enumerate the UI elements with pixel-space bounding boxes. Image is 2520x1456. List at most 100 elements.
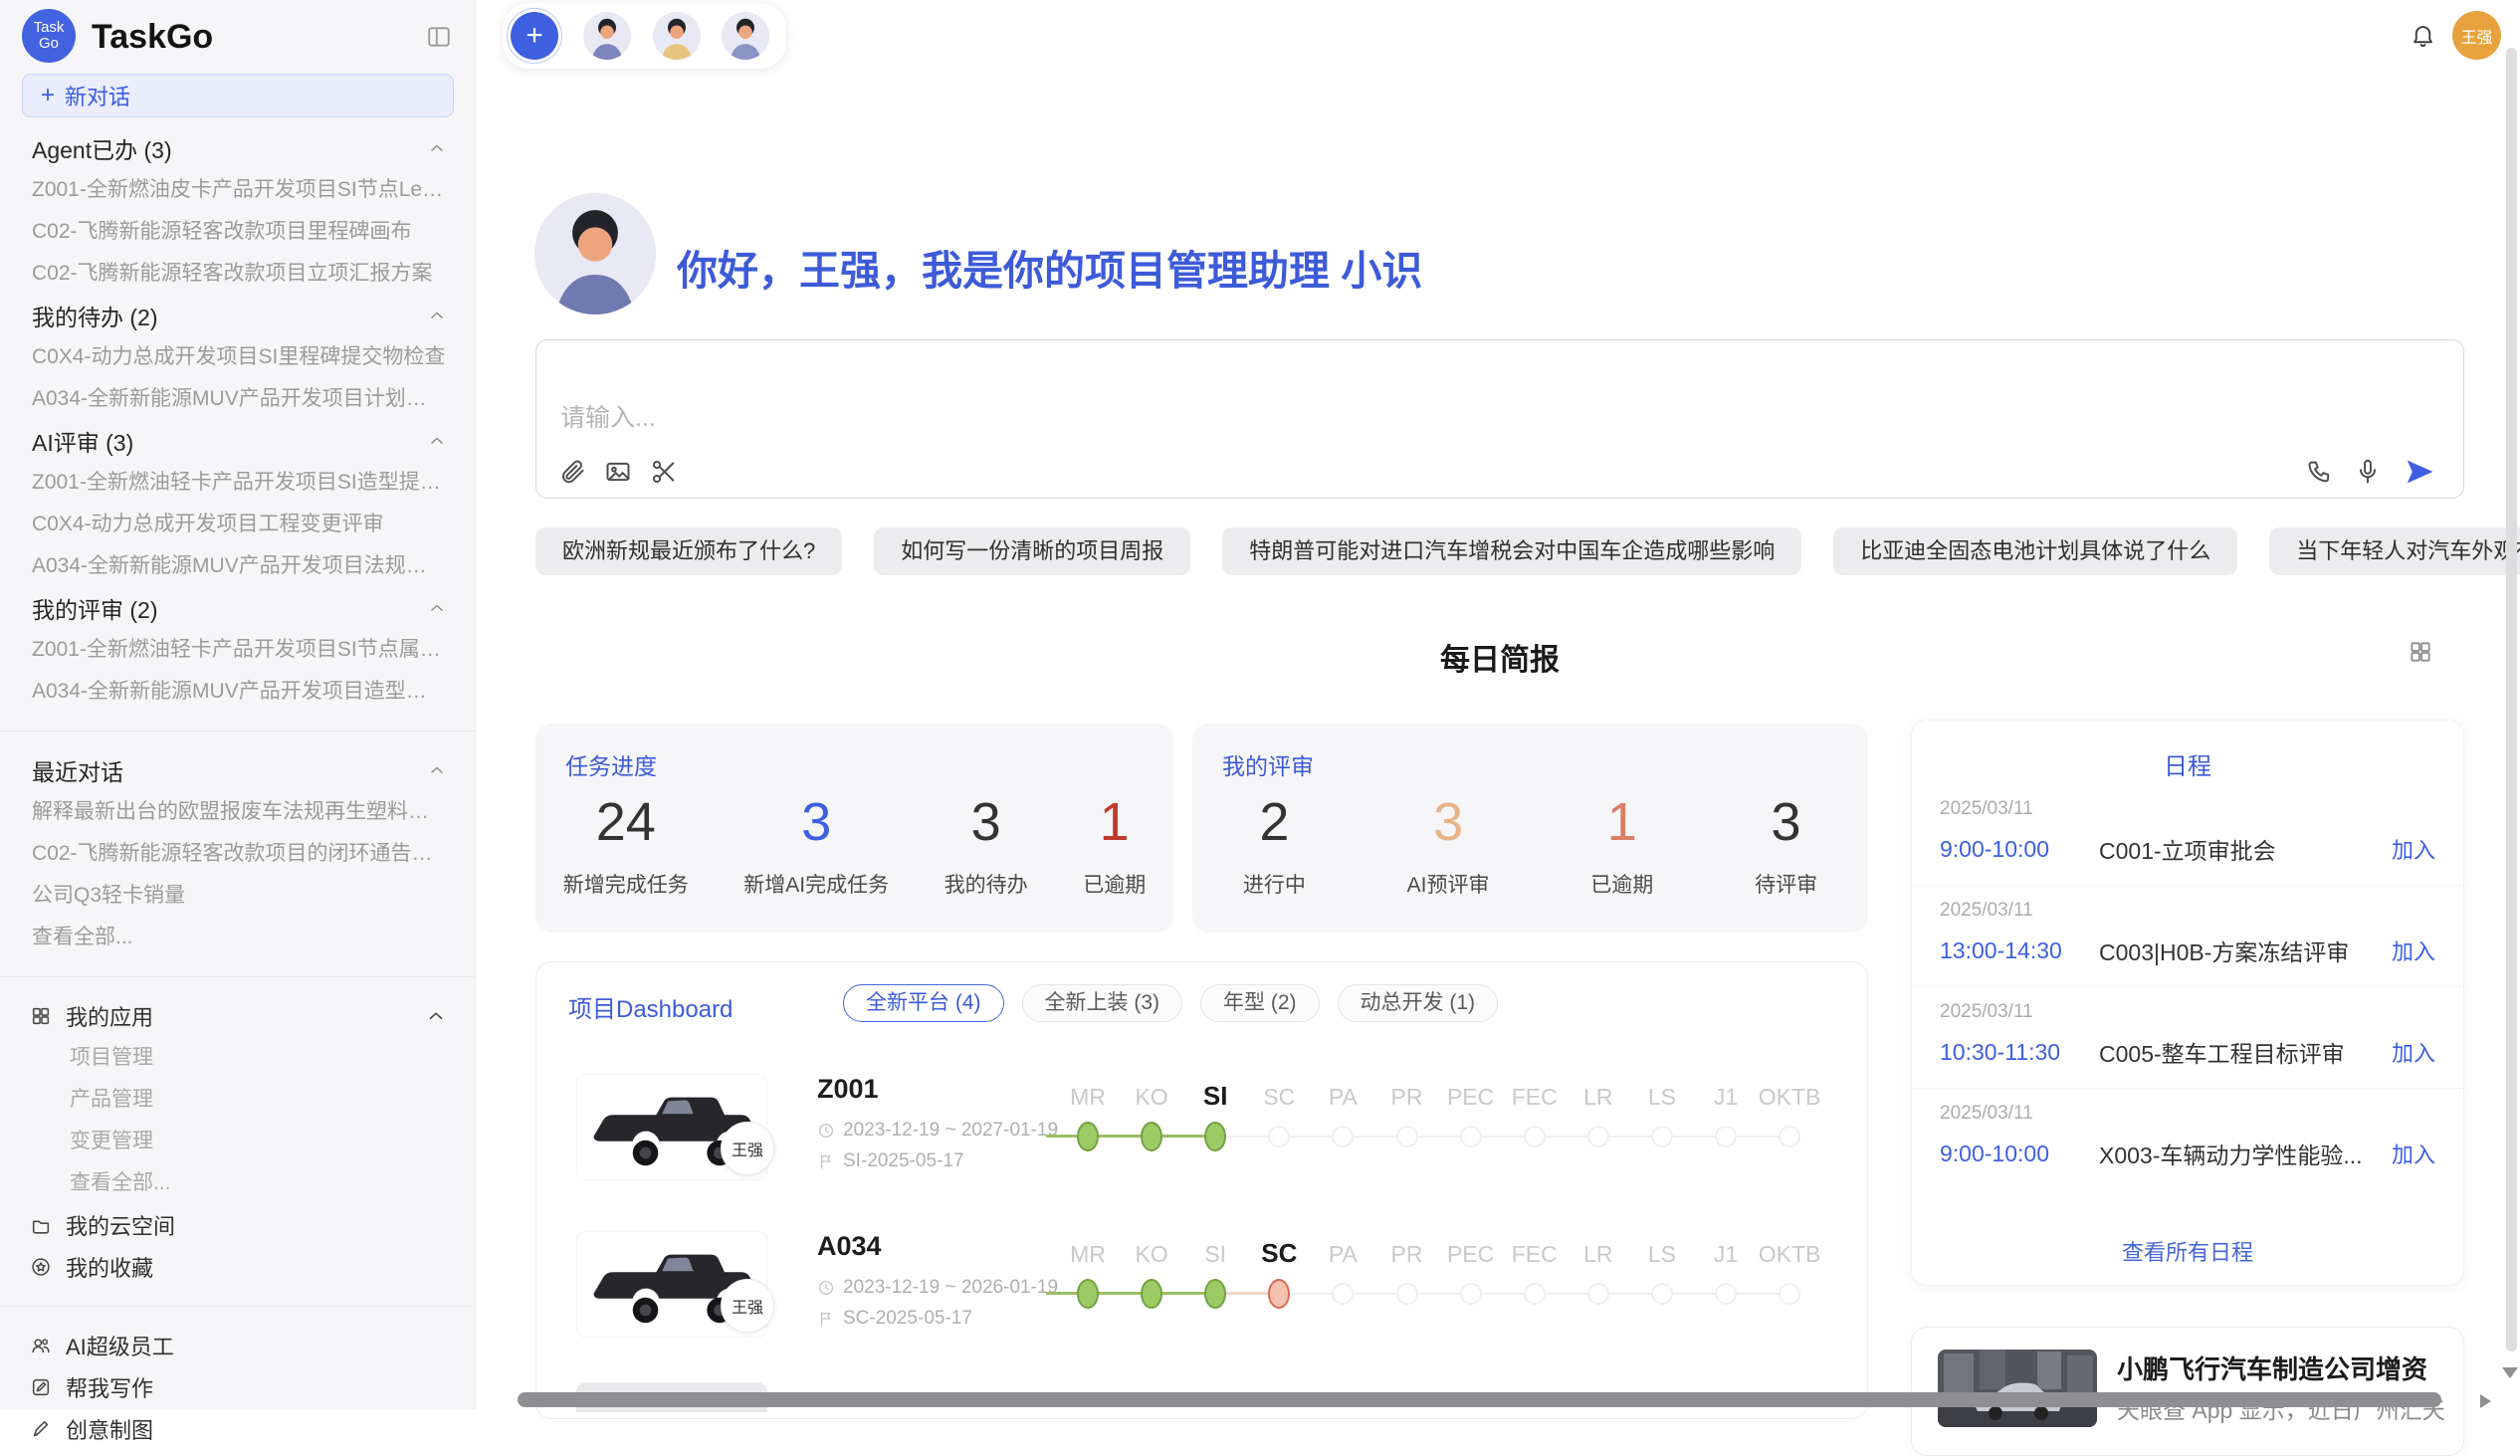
sidebar-item[interactable]: A034-全新新能源MUV产品开发项目计划变更表编写 bbox=[0, 378, 475, 420]
project-date-range: 2023-12-19 ~ 2026-01-19 bbox=[817, 1277, 1058, 1299]
section-title: 我的待办 (2) bbox=[32, 299, 427, 332]
app-sub-item[interactable]: 变更管理 bbox=[0, 1121, 475, 1162]
project-row-Z001[interactable]: 王强 Z001 2023-12-19 ~ 2027-01-19 SI-2025-… bbox=[536, 1062, 1867, 1211]
stat: 1 已逾期 bbox=[1083, 791, 1146, 899]
stat-label: 进行中 bbox=[1243, 869, 1306, 899]
sidebar-item[interactable]: A034-全新新能源MUV产品开发项目法规符合性评审 bbox=[0, 545, 475, 587]
sidebar-section-header[interactable]: 我的评审 (2) bbox=[0, 587, 475, 629]
suggestion-chip[interactable]: 如何写一份清晰的项目周报 bbox=[874, 527, 1190, 575]
add-agent-button[interactable]: + bbox=[511, 12, 558, 60]
sidebar-item[interactable]: C0X4-动力总成开发项目SI里程碑提交物检查 bbox=[0, 336, 475, 378]
user-avatar[interactable]: 王强 bbox=[2452, 11, 2501, 60]
app-sub-item[interactable]: 查看全部... bbox=[0, 1162, 475, 1204]
sidebar-item-cloud[interactable]: 我的云空间 bbox=[0, 1204, 475, 1246]
sidebar-section-header[interactable]: 最近对话 bbox=[0, 749, 475, 791]
chev-icon[interactable] bbox=[427, 138, 447, 158]
dashboard-tab[interactable]: 全新上装 (3) bbox=[1022, 984, 1183, 1022]
join-link[interactable]: 加入 bbox=[2392, 1138, 2435, 1169]
horizontal-scrollbar-thumb[interactable] bbox=[518, 1392, 2441, 1407]
scissors-icon[interactable] bbox=[650, 458, 678, 486]
join-link[interactable]: 加入 bbox=[2392, 1036, 2435, 1068]
stat-value: 3 bbox=[1755, 791, 1817, 853]
event-time: 13:00-14:30 bbox=[1940, 937, 2099, 964]
stat-label: 待评审 bbox=[1755, 869, 1817, 899]
sidebar-tool-people[interactable]: AI超级员工 bbox=[0, 1325, 475, 1366]
project-row-A034[interactable]: 王强 A034 2023-12-19 ~ 2026-01-19 SC-2025-… bbox=[536, 1219, 1867, 1368]
sidebar-item[interactable]: 查看全部... bbox=[0, 917, 475, 958]
collapse-sidebar-icon[interactable] bbox=[426, 24, 452, 50]
chat-input[interactable] bbox=[560, 404, 1755, 433]
milestone-node bbox=[1779, 1283, 1800, 1305]
stat-value: 3 bbox=[945, 791, 1028, 853]
sidebar-item[interactable]: Z001-全新燃油轻卡产品开发项目SI节点属性5D文件评审 bbox=[0, 629, 475, 671]
sidebar-item[interactable]: C02-飞腾新能源轻客改款项目里程碑画布 bbox=[0, 211, 475, 253]
notification-bell-icon[interactable] bbox=[2410, 22, 2436, 49]
send-icon[interactable] bbox=[2404, 456, 2435, 488]
image-upload-icon[interactable] bbox=[604, 458, 632, 486]
app-logo: Task Go bbox=[22, 9, 76, 63]
suggestion-chip[interactable]: 欧洲新规最近颁布了什么? bbox=[535, 527, 842, 575]
sidebar-item[interactable]: C0X4-动力总成开发项目工程变更评审 bbox=[0, 504, 475, 545]
dashboard-tab[interactable]: 年型 (2) bbox=[1200, 984, 1320, 1022]
stat-value: 24 bbox=[563, 791, 689, 853]
stat: 3 我的待办 bbox=[945, 791, 1028, 899]
stat: 3 待评审 bbox=[1755, 791, 1817, 899]
sidebar-tool-write[interactable]: 帮我写作 bbox=[0, 1366, 475, 1408]
sidebar-section-header[interactable]: AI评审 (3) bbox=[0, 420, 475, 462]
stat-value: 3 bbox=[1407, 791, 1490, 853]
app-sub-item[interactable]: 项目管理 bbox=[0, 1037, 475, 1079]
sidebar-item[interactable]: Z001-全新燃油轻卡产品开发项目SI造型提交物评审 bbox=[0, 462, 475, 504]
news-image bbox=[1938, 1350, 2097, 1427]
project-milestone-date: SC-2025-05-17 bbox=[817, 1308, 972, 1330]
chevron-up-icon[interactable] bbox=[425, 1005, 447, 1027]
chev-icon[interactable] bbox=[427, 306, 447, 325]
sidebar-item[interactable]: C02-飞腾新能源轻客改款项目的闭环通告反馈情况 bbox=[0, 833, 475, 875]
sidebar-item[interactable]: 公司Q3轻卡销量 bbox=[0, 875, 475, 917]
join-link[interactable]: 加入 bbox=[2392, 935, 2435, 966]
dashboard-tab[interactable]: 全新平台 (4) bbox=[843, 984, 1004, 1022]
agent-avatar-3[interactable] bbox=[722, 12, 769, 60]
dashboard-tab[interactable]: 动总开发 (1) bbox=[1338, 984, 1499, 1022]
sidebar-section-header[interactable]: Agent已办 (3) bbox=[0, 127, 475, 169]
new-chat-button[interactable]: + 新对话 bbox=[22, 74, 454, 117]
sidebar-item[interactable]: Z001-全新燃油皮卡产品开发项目SI节点Lesson Learn报告 bbox=[0, 169, 475, 211]
microphone-icon[interactable] bbox=[2354, 458, 2382, 486]
phone-icon[interactable] bbox=[2306, 458, 2334, 486]
suggestion-chip[interactable]: 比亚迪全固态电池计划具体说了什么 bbox=[1833, 527, 2237, 575]
attachment-icon[interactable] bbox=[558, 458, 586, 486]
layout-grid-icon[interactable] bbox=[2408, 639, 2433, 665]
milestone-node bbox=[1141, 1122, 1162, 1151]
news-card[interactable]: 小鹏飞行汽车制造公司增资 天眼查 App 显示，近日广州汇天飞行汽... bbox=[1911, 1327, 2464, 1456]
card-title: 我的评审 bbox=[1222, 747, 1314, 781]
milestone-label: OKTB bbox=[1745, 1084, 1834, 1111]
sidebar-tool-pen[interactable]: 创意制图 bbox=[0, 1408, 475, 1450]
stat-value: 3 bbox=[743, 791, 889, 853]
view-all-schedule-link[interactable]: 查看所有日程 bbox=[1912, 1235, 2463, 1267]
agent-avatar-2[interactable] bbox=[653, 12, 701, 60]
chat-input-box bbox=[535, 339, 2464, 499]
sidebar-section-header[interactable]: 我的待办 (2) bbox=[0, 295, 475, 336]
sidebar-item-star[interactable]: 我的收藏 bbox=[0, 1246, 475, 1288]
chev-icon[interactable] bbox=[427, 431, 447, 451]
milestone-node bbox=[1715, 1126, 1737, 1147]
chev-icon[interactable] bbox=[427, 598, 447, 618]
my-apps-label: 我的应用 bbox=[66, 1000, 411, 1032]
event-time: 9:00-10:00 bbox=[1940, 1141, 2099, 1167]
app-sub-item[interactable]: 产品管理 bbox=[0, 1079, 475, 1121]
vertical-scrollbar-thumb[interactable] bbox=[2506, 48, 2517, 1352]
sidebar-item[interactable]: 解释最新出台的欧盟报废车法规再生塑料比例被调至15%... bbox=[0, 791, 475, 833]
sidebar-item[interactable]: A034-全新新能源MUV产品开发项目造型可行性评审 bbox=[0, 671, 475, 713]
project-owner-badge: 王强 bbox=[721, 1279, 774, 1333]
scroll-right-arrow[interactable] bbox=[2480, 1394, 2491, 1408]
chev-icon[interactable] bbox=[427, 760, 447, 780]
section-title: 最近对话 bbox=[32, 753, 427, 787]
suggestion-chip[interactable]: 当下年轻人对汽车外观有怎样的喜好趋势 bbox=[2269, 527, 2520, 575]
sidebar-item-my-apps[interactable]: 我的应用 bbox=[0, 995, 475, 1037]
scroll-down-arrow[interactable] bbox=[2502, 1367, 2518, 1378]
agent-avatar-1[interactable] bbox=[583, 12, 631, 60]
join-link[interactable]: 加入 bbox=[2392, 833, 2435, 865]
milestone-node bbox=[1332, 1126, 1354, 1147]
event-time: 10:30-11:30 bbox=[1940, 1039, 2099, 1066]
suggestion-chip[interactable]: 特朗普可能对进口汽车增税会对中国车企造成哪些影响 bbox=[1222, 527, 1801, 575]
sidebar-item[interactable]: C02-飞腾新能源轻客改款项目立项汇报方案 bbox=[0, 253, 475, 295]
